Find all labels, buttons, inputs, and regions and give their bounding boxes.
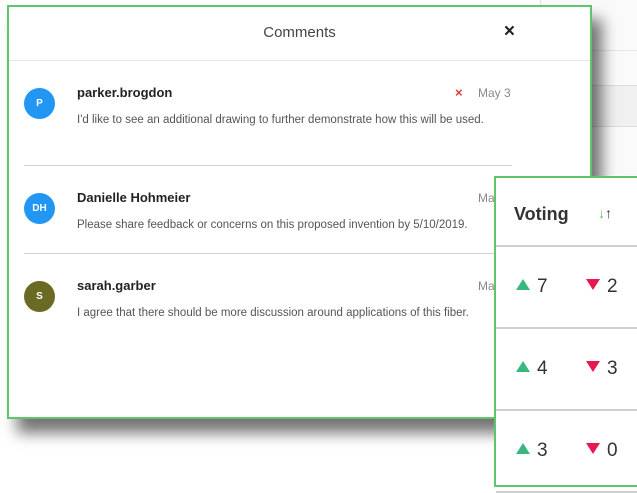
- comment-date: May 3: [478, 86, 511, 100]
- avatar: DH: [24, 193, 55, 224]
- voting-row: 3 0: [496, 411, 637, 493]
- upvote-button[interactable]: 4: [516, 358, 548, 380]
- comment-author[interactable]: Danielle Hohmeier: [77, 190, 190, 205]
- upvote-count: 3: [537, 440, 548, 461]
- upvote-button[interactable]: 3: [516, 440, 548, 462]
- comment-text: Please share feedback or concerns on thi…: [77, 219, 468, 231]
- avatar: S: [24, 281, 55, 312]
- upvote-count: 7: [537, 276, 548, 297]
- voting-title: Voting: [514, 204, 569, 224]
- comment-author[interactable]: parker.brogdon: [77, 85, 172, 100]
- comment-text: I'd like to see an additional drawing to…: [77, 114, 484, 126]
- voting-row: 4 3: [496, 329, 637, 411]
- downvote-button[interactable]: 3: [586, 358, 618, 380]
- downvote-button[interactable]: 0: [586, 440, 618, 462]
- close-icon[interactable]: ×: [504, 21, 515, 43]
- downvote-count: 3: [607, 358, 618, 379]
- upvote-icon: [516, 443, 530, 454]
- comment-item: S sarah.garber May I agree that there sh…: [9, 275, 569, 335]
- downvote-icon: [586, 279, 600, 290]
- comment-text: I agree that there should be more discus…: [77, 307, 469, 319]
- comment-author[interactable]: sarah.garber: [77, 278, 156, 293]
- downvote-count: 0: [607, 440, 618, 461]
- upvote-button[interactable]: 7: [516, 276, 548, 298]
- comment-item: DH Danielle Hohmeier May Please share fe…: [9, 187, 569, 247]
- modal-title: Comments: [263, 24, 336, 41]
- downvote-count: 2: [607, 276, 618, 297]
- modal-header: Comments ×: [9, 7, 590, 61]
- voting-panel: Voting ↓↑ 7 2 4 3 3 0: [494, 176, 637, 493]
- downvote-icon: [586, 443, 600, 454]
- comment-divider: [24, 253, 512, 254]
- voting-header: Voting ↓↑: [496, 178, 637, 247]
- upvote-count: 4: [537, 358, 548, 379]
- delete-icon[interactable]: ×: [455, 85, 463, 100]
- avatar: P: [24, 88, 55, 119]
- sort-icon[interactable]: ↓↑: [598, 205, 612, 221]
- voting-row: 7 2: [496, 247, 637, 329]
- sort-up-icon: ↑: [605, 205, 612, 221]
- comment-divider: [24, 165, 512, 166]
- downvote-icon: [586, 361, 600, 372]
- sort-down-icon: ↓: [598, 205, 605, 221]
- upvote-icon: [516, 279, 530, 290]
- downvote-button[interactable]: 2: [586, 276, 618, 298]
- comment-item: P parker.brogdon × May 3 I'd like to see…: [9, 82, 569, 172]
- upvote-icon: [516, 361, 530, 372]
